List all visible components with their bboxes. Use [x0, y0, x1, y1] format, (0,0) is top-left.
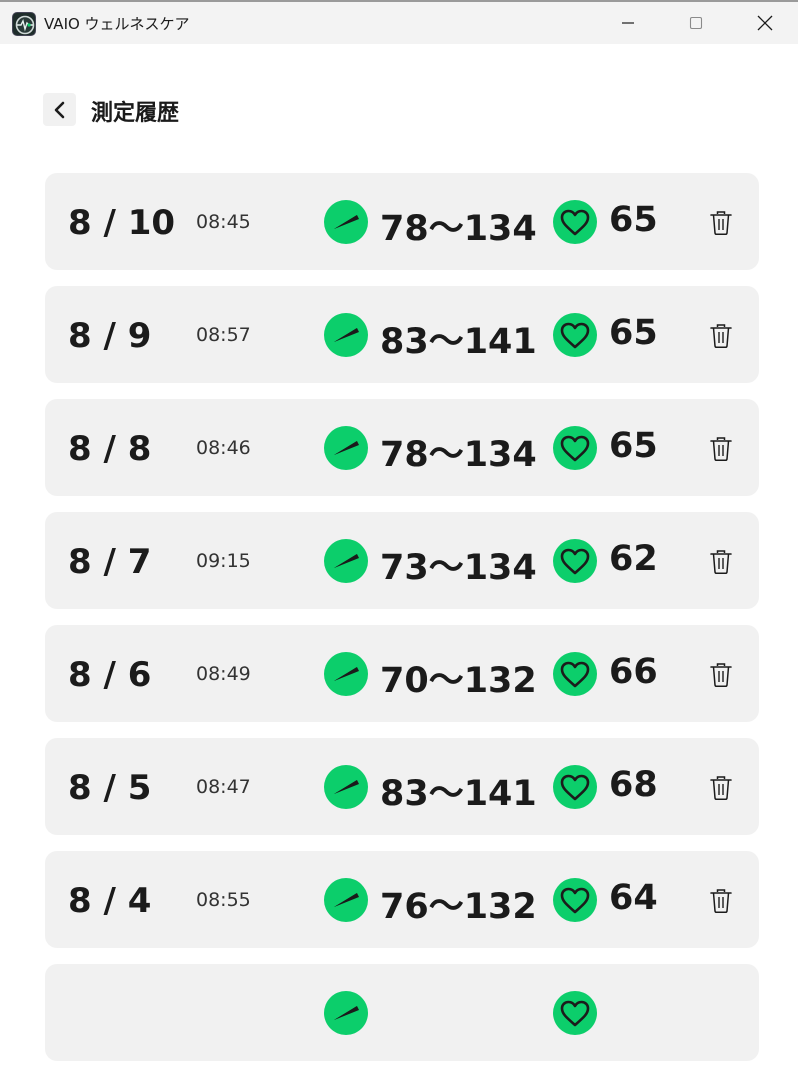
trash-icon: [710, 663, 732, 688]
delete-button[interactable]: [709, 549, 733, 575]
chevron-left-icon: [54, 101, 64, 118]
record-date: 8 / 8: [68, 429, 152, 469]
gauge-icon: [324, 539, 368, 583]
trash-icon: [710, 776, 732, 801]
window-title: VAIO ウェルネスケア: [44, 15, 190, 33]
history-record-row[interactable]: [45, 964, 759, 1061]
heart-rate-value: 65: [609, 313, 658, 353]
record-time: 08:49: [196, 663, 251, 685]
record-time: 08:47: [196, 776, 251, 798]
record-date: 8 / 5: [68, 768, 152, 808]
record-time: 08:46: [196, 437, 251, 459]
blood-pressure-value: 83〜141: [380, 322, 537, 362]
record-time: 09:15: [196, 550, 251, 572]
trash-icon: [710, 211, 732, 236]
trash-icon: [710, 550, 732, 575]
heart-icon: [553, 991, 597, 1035]
blood-pressure-value: 73〜134: [380, 548, 537, 588]
record-date: 8 / 6: [68, 655, 152, 695]
minimize-icon: [622, 22, 634, 24]
delete-button[interactable]: [709, 323, 733, 349]
heart-rate-value: 65: [609, 426, 658, 466]
record-date: 8 / 10: [68, 203, 176, 243]
minimize-button[interactable]: [595, 2, 661, 44]
history-record-row[interactable]: 8 / 5 08:47 83〜141 68: [45, 738, 759, 835]
heart-icon: [553, 539, 597, 583]
heart-icon: [553, 426, 597, 470]
delete-button[interactable]: [709, 888, 733, 914]
delete-button[interactable]: [709, 775, 733, 801]
history-record-row[interactable]: 8 / 6 08:49 70〜132 66: [45, 625, 759, 722]
close-button[interactable]: [732, 2, 798, 44]
blood-pressure-value: 83〜141: [380, 774, 537, 814]
delete-button[interactable]: [709, 436, 733, 462]
heart-rate-value: 64: [609, 878, 658, 918]
title-bar[interactable]: VAIO ウェルネスケア: [0, 2, 798, 44]
gauge-icon: [324, 652, 368, 696]
history-record-row[interactable]: 8 / 4 08:55 76〜132 64: [45, 851, 759, 948]
record-date: 8 / 9: [68, 316, 152, 356]
gauge-icon: [324, 313, 368, 357]
record-time: 08:45: [196, 211, 251, 233]
trash-icon: [710, 437, 732, 462]
trash-icon: [710, 324, 732, 349]
gauge-icon: [324, 200, 368, 244]
heart-rate-value: 68: [609, 765, 658, 805]
close-icon: [757, 15, 773, 31]
gauge-icon: [324, 991, 368, 1035]
record-time: 08:57: [196, 324, 251, 346]
heart-icon: [553, 200, 597, 244]
gauge-icon: [324, 426, 368, 470]
history-record-row[interactable]: 8 / 8 08:46 78〜134 65: [45, 399, 759, 496]
heart-rate-value: 62: [609, 539, 658, 579]
gauge-icon: [324, 878, 368, 922]
app-logo-icon: [12, 12, 36, 36]
record-date: 8 / 7: [68, 542, 152, 582]
history-record-row[interactable]: 8 / 10 08:45 78〜134 65: [45, 173, 759, 270]
history-record-row[interactable]: 8 / 9 08:57 83〜141 65: [45, 286, 759, 383]
gauge-icon: [324, 765, 368, 809]
page-title: 測定履歴: [91, 101, 180, 126]
heart-icon: [553, 765, 597, 809]
history-record-row[interactable]: 8 / 7 09:15 73〜134 62: [45, 512, 759, 609]
back-button[interactable]: [43, 93, 76, 126]
measurement-history-list: 8 / 10 08:45 78〜134 65 8 / 9 08:57 83〜14…: [45, 173, 759, 1077]
record-time: 08:55: [196, 889, 251, 911]
heart-rate-value: 65: [609, 200, 658, 240]
blood-pressure-value: 76〜132: [380, 887, 537, 927]
maximize-icon: [689, 16, 703, 30]
blood-pressure-value: 78〜134: [380, 435, 537, 475]
heart-rate-value: 66: [609, 652, 658, 692]
maximize-button[interactable]: [663, 2, 729, 44]
delete-button[interactable]: [709, 662, 733, 688]
heart-icon: [553, 652, 597, 696]
blood-pressure-value: 78〜134: [380, 209, 537, 249]
heart-icon: [553, 878, 597, 922]
record-date: 8 / 4: [68, 881, 152, 921]
delete-button[interactable]: [709, 210, 733, 236]
blood-pressure-value: 70〜132: [380, 661, 537, 701]
heart-icon: [553, 313, 597, 357]
trash-icon: [710, 889, 732, 914]
